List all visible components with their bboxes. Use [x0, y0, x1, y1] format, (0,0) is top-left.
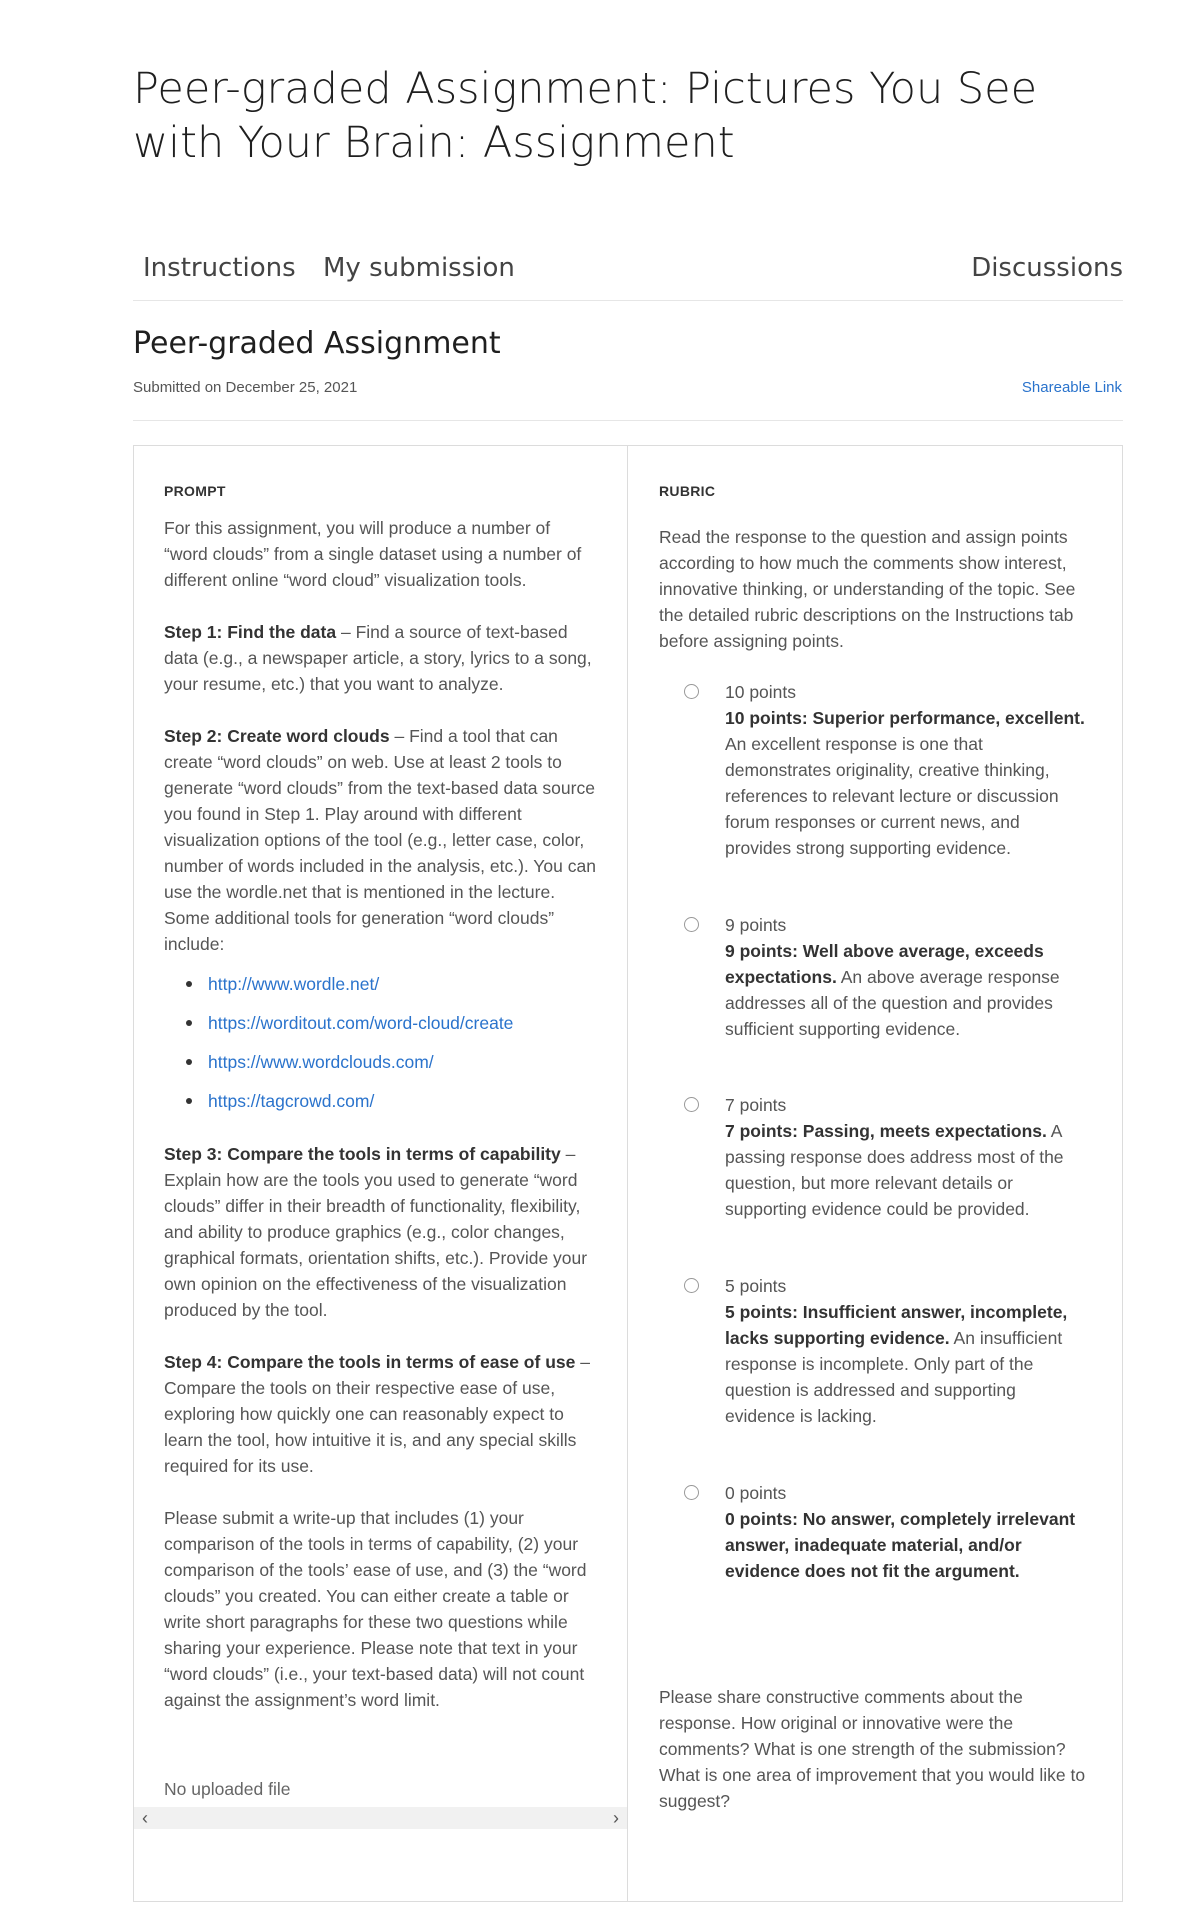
option-bold: 7 points: Passing, meets expectations.: [725, 1121, 1047, 1141]
chevron-left-icon[interactable]: ‹: [136, 1807, 154, 1829]
step-3-text: – Explain how are the tools you used to …: [164, 1144, 588, 1320]
tab-my-submission[interactable]: My submission: [323, 253, 515, 283]
option-label: 5 points: [725, 1276, 787, 1296]
list-item: https://tagcrowd.com/: [164, 1088, 596, 1127]
header-divider: [133, 420, 1123, 421]
tab-instructions[interactable]: Instructions: [143, 253, 296, 283]
review-panel: PROMPT For this assignment, you will pro…: [133, 445, 1123, 1902]
radio-5-points[interactable]: [684, 1278, 699, 1293]
rubric-option-text: 0 points 0 points: No answer, completely…: [725, 1480, 1090, 1584]
submitted-date: Submitted on December 25, 2021: [133, 379, 358, 396]
list-item: https://www.wordclouds.com/: [164, 1049, 596, 1088]
tool-links-list: http://www.wordle.net/ https://worditout…: [164, 971, 596, 1127]
rubric-intro: Read the response to the question and as…: [659, 527, 1076, 651]
radio-0-points[interactable]: [684, 1485, 699, 1500]
option-label: 10 points: [725, 682, 797, 702]
step-2-text: – Find a tool that can create “word clou…: [164, 726, 596, 954]
prompt-body: For this assignment, you will produce a …: [164, 515, 596, 1739]
shareable-link[interactable]: Shareable Link: [1022, 379, 1122, 396]
rubric-option-text: 7 points 7 points: Passing, meets expect…: [725, 1092, 1090, 1222]
rubric-option-text: 10 points 10 points: Superior performanc…: [725, 679, 1090, 861]
submit-instructions: Please submit a write-up that includes (…: [164, 1508, 587, 1710]
no-uploaded-file: No uploaded file: [164, 1779, 291, 1799]
option-bold: 0 points: No answer, completely irreleva…: [725, 1509, 1076, 1581]
tab-discussions[interactable]: Discussions: [971, 253, 1123, 283]
radio-10-points[interactable]: [684, 684, 699, 699]
chevron-right-icon[interactable]: ›: [607, 1807, 625, 1829]
tool-link-worditout[interactable]: https://worditout.com/word-cloud/create: [208, 1013, 513, 1033]
rubric-label: RUBRIC: [659, 483, 716, 499]
prompt-label: PROMPT: [164, 483, 226, 499]
option-label: 7 points: [725, 1095, 787, 1115]
option-label: 0 points: [725, 1483, 787, 1503]
rubric-option-text: 9 points 9 points: Well above average, e…: [725, 912, 1090, 1042]
comments-prompt: Please share constructive comments about…: [659, 1687, 1086, 1811]
horizontal-scrollbar[interactable]: ‹ ›: [134, 1807, 627, 1829]
radio-9-points[interactable]: [684, 917, 699, 932]
step-4: Step 4: Compare the tools in terms of ea…: [164, 1349, 596, 1479]
tool-link-tagcrowd[interactable]: https://tagcrowd.com/: [208, 1091, 374, 1111]
column-divider: [627, 446, 628, 1901]
step-3: Step 3: Compare the tools in terms of ca…: [164, 1141, 596, 1323]
step-4-title: Step 4: Compare the tools in terms of ea…: [164, 1352, 576, 1372]
rubric-option-text: 5 points 5 points: Insufficient answer, …: [725, 1273, 1090, 1429]
step-3-title: Step 3: Compare the tools in terms of ca…: [164, 1144, 561, 1164]
section-title: Peer-graded Assignment: [133, 326, 501, 361]
step-1-title: Step 1: Find the data: [164, 622, 337, 642]
option-desc: An excellent response is one that demons…: [725, 734, 1059, 858]
list-item: http://www.wordle.net/: [164, 971, 596, 1010]
radio-7-points[interactable]: [684, 1097, 699, 1112]
tab-bar: Instructions My submission Discussions: [133, 243, 1123, 301]
step-2-title: Step 2: Create word clouds: [164, 726, 390, 746]
tool-link-wordclouds[interactable]: https://www.wordclouds.com/: [208, 1052, 434, 1072]
step-1: Step 1: Find the data – Find a source of…: [164, 619, 596, 697]
step-2: Step 2: Create word clouds – Find a tool…: [164, 723, 596, 957]
option-bold: 10 points: Superior performance, excelle…: [725, 708, 1085, 728]
tool-link-wordle[interactable]: http://www.wordle.net/: [208, 974, 379, 994]
assignment-page: Peer-graded Assignment: Pictures You See…: [0, 0, 1186, 1912]
page-title: Peer-graded Assignment: Pictures You See…: [133, 64, 1038, 168]
prompt-intro: For this assignment, you will produce a …: [164, 518, 582, 590]
option-label: 9 points: [725, 915, 787, 935]
list-item: https://worditout.com/word-cloud/create: [164, 1010, 596, 1049]
